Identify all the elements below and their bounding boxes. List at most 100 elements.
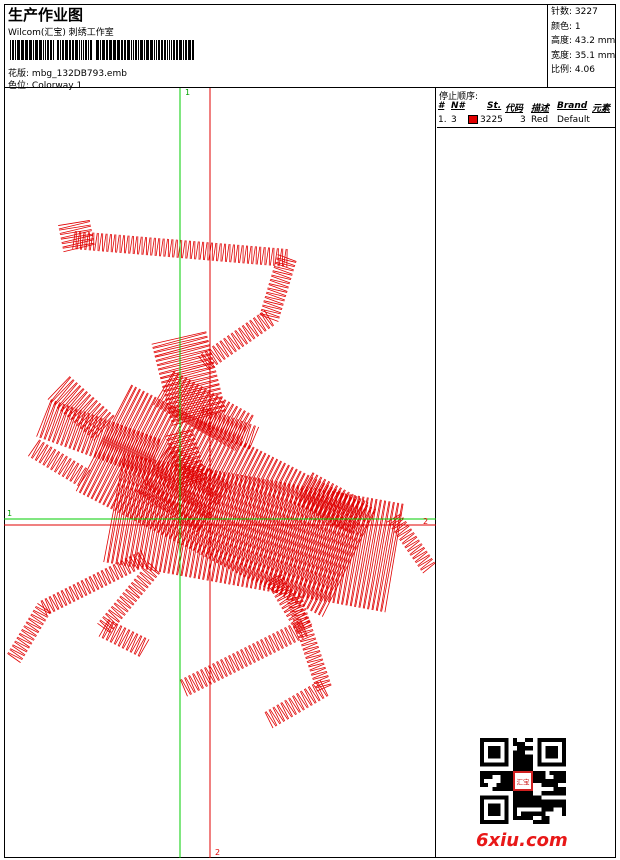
stitch-line xyxy=(72,584,80,600)
row-index: 1. xyxy=(438,115,447,125)
row-description: Red xyxy=(531,115,549,125)
stitch-line xyxy=(84,578,92,594)
scale-ratio: 比例: 4.06 xyxy=(551,65,595,75)
stitch-line xyxy=(48,596,56,612)
header-divider xyxy=(547,4,548,88)
stitch-line xyxy=(164,238,168,257)
stitch-line xyxy=(94,393,149,501)
stitch-line xyxy=(247,245,252,264)
stitch-line xyxy=(76,582,84,598)
stitch-line xyxy=(101,569,111,585)
software-subtitle: Wilcom(汇宝) 刺绣工作室 xyxy=(8,28,114,38)
stitch-line xyxy=(69,463,80,482)
thread-color-swatch xyxy=(468,115,478,124)
stitch-line xyxy=(256,246,261,265)
stitch-line xyxy=(89,575,99,591)
stitch-line xyxy=(225,244,230,262)
col-header-code: 代码 xyxy=(505,104,524,114)
barcode xyxy=(10,40,194,60)
stitch-line xyxy=(64,588,72,604)
stitch-line xyxy=(158,358,214,374)
stitch-line xyxy=(162,371,217,387)
stitch-line xyxy=(39,446,52,464)
stitch-line xyxy=(60,590,68,606)
design-width: 宽度: 35.1 mm xyxy=(551,50,616,61)
stitch-line xyxy=(269,247,274,266)
stitch-line xyxy=(104,568,112,584)
stitch-line xyxy=(105,567,115,583)
stitch-line xyxy=(156,349,211,366)
stitch-line xyxy=(234,244,239,263)
row-brand: Default xyxy=(557,115,590,125)
stitch-line xyxy=(190,241,195,259)
stitch-line xyxy=(65,587,75,603)
stitch-line xyxy=(97,571,107,587)
stitch-line xyxy=(98,395,153,503)
stitch-line xyxy=(69,585,79,601)
stitch-line xyxy=(88,576,96,592)
stitch-line xyxy=(34,442,45,461)
stitch-line xyxy=(47,451,60,469)
stitch-line xyxy=(186,240,190,259)
stitch-line xyxy=(113,563,123,579)
v-axis-label-2: 2 xyxy=(215,848,221,857)
design-canvas: 1 2 1 2 xyxy=(4,88,436,858)
col-header-stitches: St. xyxy=(487,101,502,111)
stitch-line xyxy=(116,234,120,253)
qr-center-logo: 汇宝 xyxy=(516,777,530,786)
stitch-line xyxy=(120,235,125,254)
stitch-line xyxy=(168,239,173,258)
stitch-line xyxy=(43,448,56,466)
stitch-line xyxy=(61,589,71,605)
stitch-line xyxy=(52,594,60,610)
stitch-line xyxy=(100,570,108,586)
h-axis-label-2: 2 xyxy=(423,517,429,526)
stitch-line xyxy=(142,236,147,255)
stitch-line xyxy=(173,239,177,258)
stitch-line xyxy=(107,233,111,252)
stitch-line xyxy=(53,593,63,609)
stitch-line xyxy=(85,577,95,593)
stitch-line xyxy=(138,236,142,255)
stitch-line xyxy=(68,586,76,602)
stitch-line xyxy=(51,453,64,471)
stitch-line xyxy=(31,441,44,459)
stitch-line xyxy=(65,460,76,479)
col-header-description: 描述 xyxy=(531,104,550,114)
color-count: 颜色: 1 xyxy=(551,21,581,32)
stitch-line xyxy=(217,243,221,262)
stitch-line xyxy=(124,235,129,254)
stitch-line xyxy=(61,458,72,477)
col-header-needle: N# xyxy=(451,101,465,111)
header: 生产作业图 Wilcom(汇宝) 刺绣工作室 花版: mbg_132DB793.… xyxy=(4,4,616,91)
stitch-line xyxy=(128,556,136,572)
stitch-line xyxy=(81,579,91,595)
stitch-line xyxy=(56,592,64,608)
stitch-line xyxy=(96,572,104,588)
row-needle: 3 xyxy=(451,115,457,125)
stitch-line xyxy=(182,240,186,259)
stitch-line xyxy=(54,453,64,473)
stitch-line xyxy=(66,462,79,480)
stitch-line xyxy=(252,246,256,265)
stitch-line xyxy=(98,233,103,252)
col-header-element: 元素 xyxy=(592,104,611,114)
stitch-line xyxy=(199,241,204,260)
stitch-line xyxy=(212,242,217,261)
col-header-index: # xyxy=(438,101,445,111)
stitch-line xyxy=(106,399,161,507)
stitch-line xyxy=(70,464,83,482)
stitch-count: 针数: 3227 xyxy=(551,7,598,17)
stitch-line xyxy=(157,354,213,370)
h-axis-label-1: 1 xyxy=(7,509,13,518)
stitch-line xyxy=(62,460,75,478)
stitch-line xyxy=(195,241,199,260)
stitch-line xyxy=(93,573,103,589)
stitch-line xyxy=(102,233,107,252)
stitch-line xyxy=(92,574,100,590)
col-header-brand: Brand xyxy=(557,101,588,111)
stitch-line xyxy=(146,237,151,256)
row-code: 3 xyxy=(520,115,526,125)
stitch-line xyxy=(160,238,164,257)
qr-code: 汇宝 xyxy=(480,738,566,824)
